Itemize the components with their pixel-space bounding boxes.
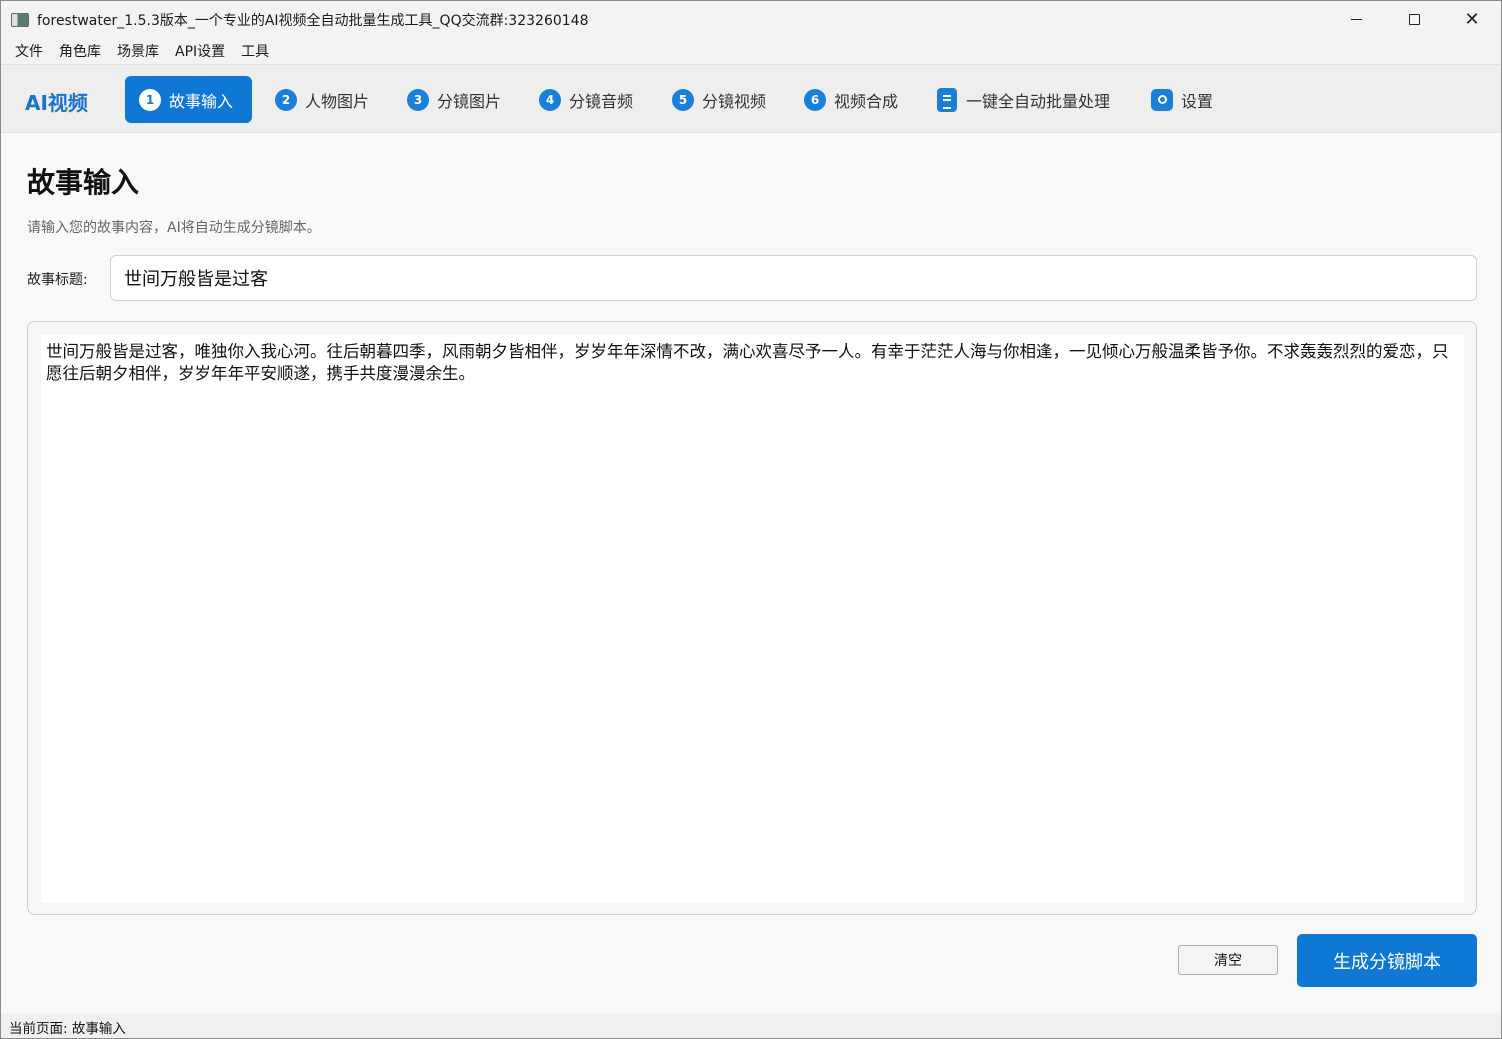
page-title: 故事输入 <box>27 166 140 199</box>
clear-button[interactable]: 清空 <box>1178 945 1278 975</box>
maximize-icon <box>1408 14 1420 25</box>
story-title-label: 故事标题: <box>27 272 88 288</box>
tab-label: 分镜音频 <box>569 91 634 111</box>
document-icon <box>937 87 957 112</box>
step-1-icon: 1 <box>139 88 161 111</box>
tab-label: 一键全自动批量处理 <box>966 91 1111 111</box>
status-text: 当前页面: 故事输入 <box>9 1020 126 1037</box>
step-5-icon: 5 <box>672 88 694 111</box>
gear-icon <box>1151 88 1173 111</box>
nav-bar: AI视频 1 故事输入 2 人物图片 3 分镜图片 4 分镜音频 5 分镜视频 … <box>1 64 1501 133</box>
tab-storyboard-audio[interactable]: 4 分镜音频 <box>525 76 647 123</box>
tab-label: 分镜图片 <box>437 91 502 111</box>
tab-storyboard-images[interactable]: 3 分镜图片 <box>393 76 515 123</box>
close-icon: ✕ <box>1464 8 1480 30</box>
step-4-icon: 4 <box>539 88 561 111</box>
menu-scene-library[interactable]: 场景库 <box>109 39 167 63</box>
tab-batch-process[interactable]: 一键全自动批量处理 <box>923 76 1124 123</box>
tab-settings[interactable]: 设置 <box>1137 76 1227 123</box>
step-2-icon: 2 <box>275 88 297 111</box>
tab-label: 视频合成 <box>834 91 899 111</box>
minimize-button[interactable] <box>1327 1 1385 38</box>
tab-character-images[interactable]: 2 人物图片 <box>261 76 383 123</box>
app-window: forestwater_1.5.3版本_一个专业的AI视频全自动批量生成工具_Q… <box>0 0 1502 1039</box>
tab-label: 分镜视频 <box>702 91 767 111</box>
maximize-button[interactable] <box>1385 1 1443 38</box>
step-3-icon: 3 <box>407 88 429 111</box>
close-button[interactable]: ✕ <box>1443 1 1501 38</box>
menu-character-library[interactable]: 角色库 <box>51 39 109 63</box>
menu-file[interactable]: 文件 <box>7 39 51 63</box>
tab-storyboard-video[interactable]: 5 分镜视频 <box>658 76 780 123</box>
story-content-textarea[interactable]: 世间万般皆是过客，唯独你入我心河。往后朝暮四季，风雨朝夕皆相伴，岁岁年年深情不改… <box>41 335 1464 903</box>
story-content-panel: 世间万般皆是过客，唯独你入我心河。往后朝暮四季，风雨朝夕皆相伴，岁岁年年深情不改… <box>27 321 1477 915</box>
title-bar[interactable]: forestwater_1.5.3版本_一个专业的AI视频全自动批量生成工具_Q… <box>1 1 1501 38</box>
story-title-input[interactable] <box>110 255 1477 301</box>
step-6-icon: 6 <box>804 88 826 111</box>
tab-label: 设置 <box>1181 91 1214 111</box>
generate-storyboard-button[interactable]: 生成分镜脚本 <box>1297 934 1477 987</box>
page-description: 请输入您的故事内容，AI将自动生成分镜脚本。 <box>27 220 321 236</box>
tab-video-compose[interactable]: 6 视频合成 <box>790 76 912 123</box>
window-title: forestwater_1.5.3版本_一个专业的AI视频全自动批量生成工具_Q… <box>37 12 589 29</box>
tab-story-input[interactable]: 1 故事输入 <box>125 76 252 123</box>
app-icon <box>11 12 29 27</box>
menu-tools[interactable]: 工具 <box>233 39 277 63</box>
tab-label: 人物图片 <box>305 91 370 111</box>
minimize-icon <box>1350 19 1362 20</box>
menu-api-settings[interactable]: API设置 <box>167 39 233 63</box>
menu-bar: 文件 角色库 场景库 API设置 工具 <box>1 38 1501 64</box>
tab-label: 故事输入 <box>169 91 234 111</box>
brand-logo: AI视频 <box>25 91 88 115</box>
status-bar: 当前页面: 故事输入 <box>1 1013 1501 1038</box>
window-controls: ✕ <box>1327 1 1501 38</box>
